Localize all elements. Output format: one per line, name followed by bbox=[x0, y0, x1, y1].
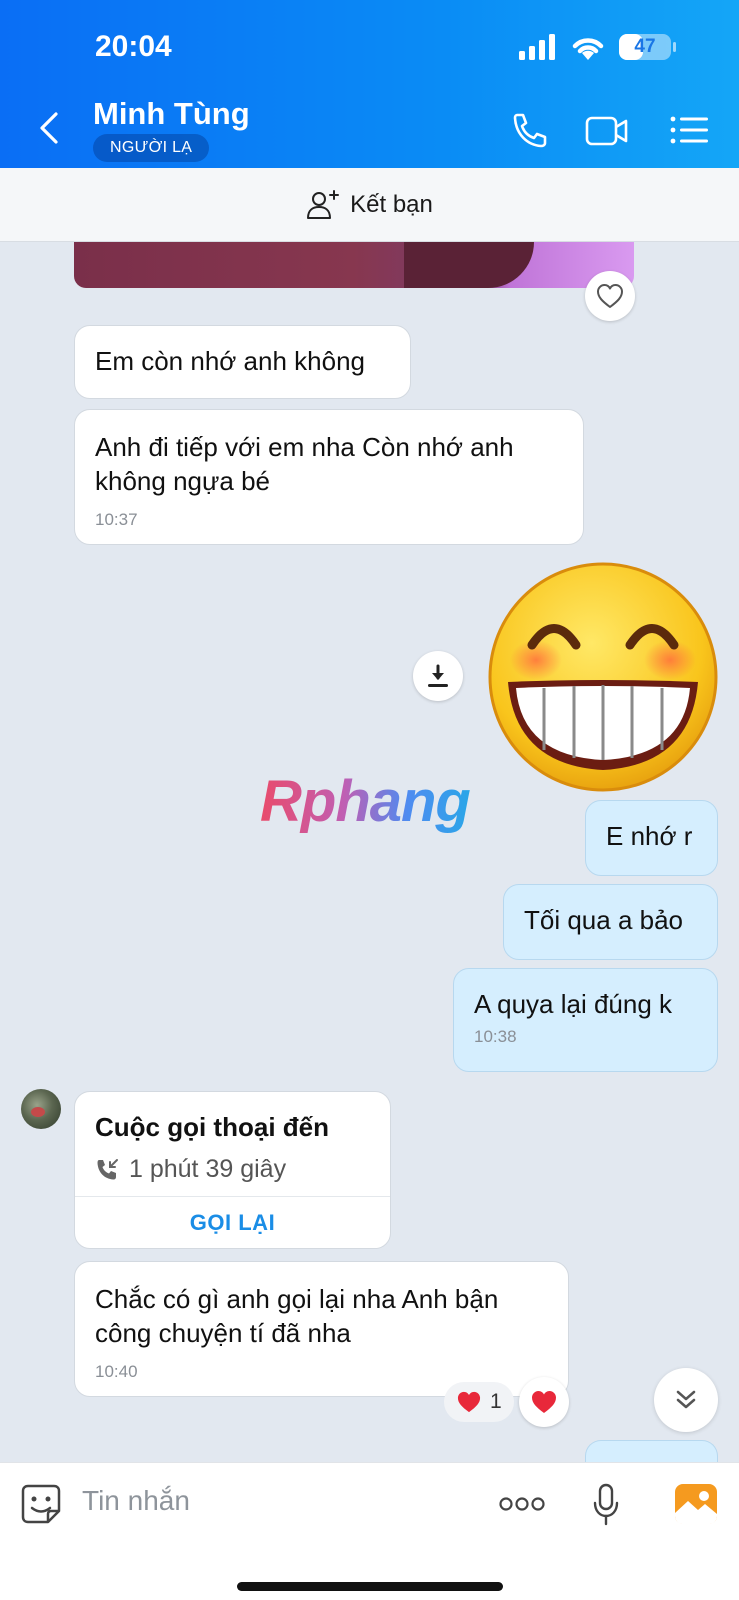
double-chevron-down-icon bbox=[676, 1390, 696, 1409]
more-options-icon[interactable] bbox=[499, 1495, 545, 1513]
microphone-icon[interactable] bbox=[592, 1483, 620, 1527]
message-bubble-incoming[interactable]: Anh đi tiếp với em nha Còn nhớ anh không… bbox=[74, 409, 584, 545]
image-gallery-icon[interactable] bbox=[674, 1483, 718, 1525]
call-duration-text: 1 phút 39 giây bbox=[129, 1155, 287, 1183]
chat-header: 20:04 47 Minh Tùng NGƯỜI LẠ bbox=[0, 0, 739, 168]
video-call-icon[interactable] bbox=[584, 110, 630, 150]
message-input[interactable]: Tin nhắn bbox=[82, 1485, 190, 1517]
message-text: Anh đi tiếp với em nha Còn nhớ anh không… bbox=[95, 432, 514, 496]
watermark-logo: Rphang bbox=[260, 769, 471, 834]
battery-icon: 47 bbox=[619, 34, 676, 60]
menu-list-icon[interactable] bbox=[668, 110, 712, 150]
message-composer: Tin nhắn bbox=[0, 1462, 739, 1600]
reaction-count: 1 bbox=[490, 1390, 502, 1413]
contact-name[interactable]: Minh Tùng bbox=[93, 96, 250, 132]
message-text: Tối qua a bảo bbox=[524, 905, 684, 935]
heart-icon bbox=[532, 1391, 556, 1413]
message-bubble-incoming[interactable]: Chắc có gì anh gọi lại nha Anh bận công … bbox=[74, 1261, 569, 1397]
avatar[interactable] bbox=[21, 1089, 61, 1129]
message-text: Chắc có gì anh gọi lại nha Anh bận công … bbox=[95, 1284, 499, 1348]
home-indicator bbox=[237, 1582, 503, 1591]
message-time: 10:38 bbox=[474, 1027, 517, 1046]
heart-outline-icon bbox=[597, 284, 623, 308]
back-icon[interactable] bbox=[36, 110, 64, 146]
phone-call-icon[interactable] bbox=[508, 110, 552, 150]
photo-message[interactable] bbox=[74, 242, 634, 288]
message-text: A quya lại đúng k bbox=[474, 989, 673, 1019]
add-friend-bar[interactable]: Kết bạn bbox=[0, 168, 739, 242]
battery-level: 47 bbox=[634, 36, 656, 57]
react-heart-button[interactable] bbox=[519, 1377, 569, 1427]
message-bubble-outgoing[interactable]: A quya lại đúng k 10:38 bbox=[453, 968, 718, 1072]
incoming-call-icon bbox=[97, 1158, 118, 1179]
status-icons: 47 bbox=[519, 34, 676, 60]
sticker-icon[interactable] bbox=[20, 1483, 62, 1525]
message-bubble-incoming[interactable]: Em còn nhớ anh không bbox=[74, 325, 411, 399]
call-back-button[interactable]: GỌI LẠI bbox=[75, 1196, 390, 1248]
heart-icon bbox=[457, 1391, 481, 1413]
download-icon bbox=[428, 664, 448, 687]
signal-icon bbox=[519, 34, 555, 60]
message-time: 10:40 bbox=[95, 1362, 138, 1381]
grinning-face-sticker[interactable] bbox=[486, 560, 720, 794]
stranger-badge: NGƯỜI LẠ bbox=[93, 134, 210, 162]
add-friend-icon bbox=[307, 189, 340, 219]
react-heart-button[interactable] bbox=[585, 271, 635, 321]
wifi-icon bbox=[572, 38, 604, 60]
download-button[interactable] bbox=[413, 651, 463, 701]
call-card: Cuộc gọi thoại đến 1 phút 39 giây GỌI LẠ… bbox=[74, 1091, 391, 1249]
scroll-to-bottom-button[interactable] bbox=[654, 1368, 718, 1432]
message-bubble-outgoing[interactable]: Tối qua a bảo bbox=[503, 884, 718, 960]
message-text: E nhớ r bbox=[606, 821, 693, 851]
status-time: 20:04 bbox=[95, 30, 172, 63]
call-title: Cuộc gọi thoại đến bbox=[95, 1112, 329, 1142]
message-time: 10:37 bbox=[95, 510, 138, 529]
message-bubble-outgoing[interactable]: E nhớ r bbox=[585, 800, 718, 876]
add-friend-label: Kết bạn bbox=[350, 190, 433, 218]
call-duration: 1 phút 39 giây bbox=[95, 1155, 286, 1184]
reaction-summary[interactable]: 1 bbox=[444, 1382, 514, 1422]
message-text: Em còn nhớ anh không bbox=[95, 346, 366, 376]
